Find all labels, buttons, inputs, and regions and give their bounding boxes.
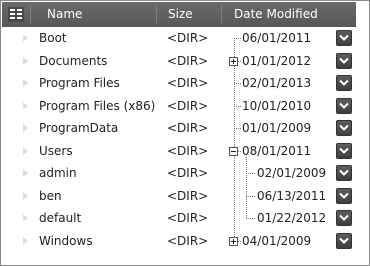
size-cell: <DIR>	[167, 166, 209, 180]
date-cell: 08/01/2011	[242, 144, 312, 158]
name-cell: default	[39, 211, 82, 225]
chevron-down-icon	[339, 34, 349, 41]
row-indicator-icon	[23, 34, 28, 42]
chevron-down-icon	[339, 214, 349, 221]
header-divider	[156, 4, 157, 25]
row-dropdown-button[interactable]	[336, 143, 352, 159]
date-cell: 01/22/2012	[257, 211, 327, 225]
size-cell: <DIR>	[167, 54, 209, 68]
expand-icon[interactable]	[229, 57, 238, 66]
row-indicator-icon	[23, 79, 28, 87]
name-cell: Program Files (x86)	[39, 99, 156, 113]
name-cell: Boot	[39, 31, 67, 45]
row-indicator-icon	[23, 237, 28, 245]
table-row[interactable]: default <DIR> 01/22/2012	[2, 207, 356, 230]
row-indicator-icon	[23, 169, 28, 177]
date-cell: 04/01/2009	[242, 234, 312, 248]
name-cell: ben	[39, 189, 62, 203]
row-dropdown-button[interactable]	[336, 98, 352, 114]
column-header-date-modified[interactable]: Date Modified	[234, 2, 318, 27]
table-row[interactable]: Documents <DIR> 01/01/2012	[2, 50, 356, 73]
name-cell: admin	[39, 166, 77, 180]
date-cell: 02/01/2013	[242, 76, 312, 90]
size-cell: <DIR>	[167, 189, 209, 203]
column-header-size[interactable]: Size	[168, 2, 193, 27]
name-cell: Program Files	[39, 76, 120, 90]
row-dropdown-button[interactable]	[336, 75, 352, 91]
row-indicator-icon	[23, 192, 28, 200]
table-row[interactable]: admin <DIR> 02/01/2009	[2, 162, 356, 185]
table-row[interactable]: ProgramData <DIR> 01/01/2009	[2, 117, 356, 140]
date-cell: 01/01/2009	[242, 121, 312, 135]
chevron-down-icon	[339, 192, 349, 199]
column-chooser-icon[interactable]	[8, 7, 24, 22]
row-indicator-icon	[23, 57, 28, 65]
header-divider	[30, 4, 31, 25]
expand-icon[interactable]	[229, 237, 238, 246]
chevron-down-icon	[339, 124, 349, 131]
size-cell: <DIR>	[167, 99, 209, 113]
grid-header: Name Size Date Modified	[2, 2, 356, 27]
chevron-down-icon	[339, 79, 349, 86]
chevron-down-icon	[339, 147, 349, 154]
chevron-down-icon	[339, 102, 349, 109]
row-indicator-icon	[23, 147, 28, 155]
header-divider	[221, 4, 222, 25]
row-dropdown-button[interactable]	[336, 188, 352, 204]
name-cell: ProgramData	[39, 121, 119, 135]
row-indicator-icon	[23, 102, 28, 110]
size-cell: <DIR>	[167, 234, 209, 248]
date-cell: 02/01/2009	[257, 166, 327, 180]
table-row[interactable]: ben <DIR> 06/13/2011	[2, 185, 356, 208]
table-row[interactable]: Program Files <DIR> 02/01/2013	[2, 72, 356, 95]
chevron-down-icon	[339, 169, 349, 176]
table-row[interactable]: Boot <DIR> 06/01/2011	[2, 27, 356, 50]
collapse-icon[interactable]	[229, 147, 238, 156]
size-cell: <DIR>	[167, 211, 209, 225]
table-row[interactable]: Users <DIR> 08/01/2011	[2, 140, 356, 163]
vertical-scroll-area	[356, 2, 369, 265]
size-cell: <DIR>	[167, 121, 209, 135]
tree-grid: Name Size Date Modified Boot <DIR> 06/01…	[0, 0, 370, 266]
column-header-name[interactable]: Name	[47, 2, 82, 27]
row-dropdown-button[interactable]	[336, 30, 352, 46]
date-cell: 01/01/2012	[242, 54, 312, 68]
date-cell: 10/01/2010	[242, 99, 312, 113]
row-indicator-icon	[23, 124, 28, 132]
name-cell: Windows	[39, 234, 93, 248]
table-row[interactable]: Program Files (x86) <DIR> 10/01/2010	[2, 95, 356, 118]
name-cell: Users	[39, 144, 73, 158]
row-dropdown-button[interactable]	[336, 210, 352, 226]
row-dropdown-button[interactable]	[336, 53, 352, 69]
row-indicator-icon	[23, 214, 28, 222]
size-cell: <DIR>	[167, 31, 209, 45]
row-dropdown-button[interactable]	[336, 233, 352, 249]
chevron-down-icon	[339, 237, 349, 244]
row-dropdown-button[interactable]	[336, 165, 352, 181]
table-row[interactable]: Windows <DIR> 04/01/2009	[2, 230, 356, 253]
row-dropdown-button[interactable]	[336, 120, 352, 136]
size-cell: <DIR>	[167, 76, 209, 90]
chevron-down-icon	[339, 57, 349, 64]
date-cell: 06/13/2011	[257, 189, 327, 203]
name-cell: Documents	[39, 54, 108, 68]
date-cell: 06/01/2011	[242, 31, 312, 45]
size-cell: <DIR>	[167, 144, 209, 158]
